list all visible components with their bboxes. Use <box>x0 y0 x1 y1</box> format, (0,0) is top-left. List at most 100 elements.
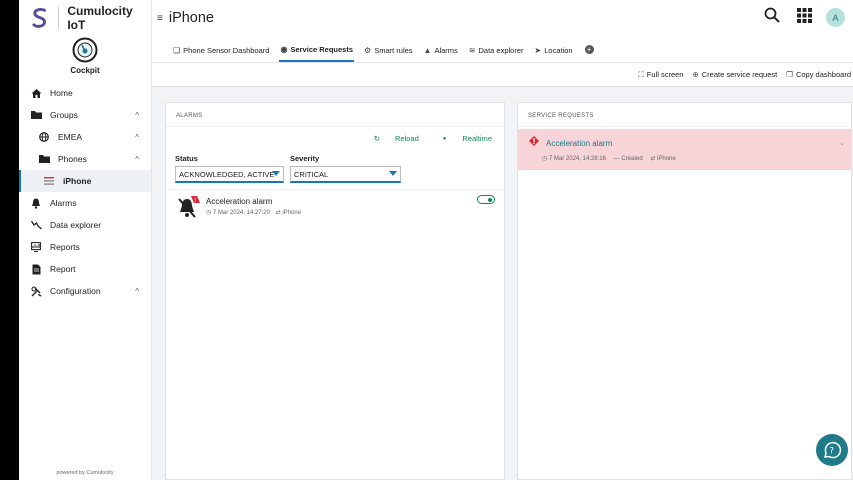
severity-select[interactable]: CRITICAL <box>290 166 401 183</box>
alarms-widget-title: ALARMS <box>166 103 504 127</box>
tab-service-requests[interactable]: ◉ Service Requests <box>279 38 355 62</box>
search-icon[interactable] <box>764 7 780 28</box>
sidebar-item-label: Reports <box>50 242 80 252</box>
service-request-item[interactable]: Acceleration alarm ◷ 7 Mar 2024, 14:28:1… <box>518 129 851 170</box>
chevron-down-icon <box>272 171 280 176</box>
fullscreen-label: Full screen <box>646 70 684 79</box>
app-switcher-cockpit[interactable]: Cockpit <box>19 37 151 75</box>
help-question-icon: ? <box>824 441 842 459</box>
sidebar-item-label: Groups <box>50 110 78 120</box>
add-tab-icon[interactable]: + <box>584 45 594 54</box>
tab-label: Service Requests <box>290 44 354 54</box>
fullscreen-icon: ⛶ <box>638 69 644 79</box>
device-link-icon: ⇄ <box>275 210 281 216</box>
bell-icon: ▲ <box>423 45 432 55</box>
brand[interactable]: Cumulocity IoT <box>19 0 151 36</box>
service-request-time: 7 Mar 2024, 14:28:16 <box>548 156 606 162</box>
critical-alert-icon <box>529 136 539 146</box>
alarm-text[interactable]: Acceleration alarm <box>206 197 272 206</box>
service-request-title[interactable]: Acceleration alarm <box>546 139 612 148</box>
sidebar: Cumulocity IoT Cockpit Home Groups ^ EME… <box>19 0 152 480</box>
service-icon: ◉ <box>280 44 288 54</box>
folder-icon <box>38 153 50 165</box>
create-service-request-button[interactable]: ⊕ Create service request <box>692 70 777 79</box>
menu-toggle-icon[interactable]: ≡ <box>157 13 163 24</box>
sidebar-item-label: iPhone <box>63 176 92 186</box>
copy-dashboard-label: Copy dashboard <box>795 70 851 79</box>
sidebar-item-iphone[interactable]: iPhone <box>19 170 151 192</box>
severity-label: Severity <box>290 154 320 163</box>
alarm-device[interactable]: iPhone <box>282 210 301 216</box>
service-request-device[interactable]: iPhone <box>657 156 676 162</box>
cockpit-label: Cockpit <box>70 66 100 75</box>
app-grid-icon[interactable] <box>797 7 812 28</box>
alarm-expand-toggle[interactable] <box>477 195 495 204</box>
configuration-icon <box>30 285 42 297</box>
severity-filter: Severity CRITICAL <box>290 154 401 183</box>
globe-icon <box>38 131 50 143</box>
sidebar-item-label: Phones <box>58 154 87 164</box>
chevron-up-icon[interactable]: ^ <box>135 133 139 142</box>
alarm-time: 7 Mar 2024, 14:27:20 <box>212 210 270 216</box>
svg-text:!: ! <box>194 197 196 204</box>
dashboard-icon: ❏ <box>173 45 181 55</box>
reports-icon <box>30 241 42 253</box>
user-avatar[interactable]: A <box>826 8 845 27</box>
sidebar-nav: Home Groups ^ EMEA ^ Phones ^ iPhone Ala… <box>19 82 151 302</box>
sidebar-item-alarms[interactable]: Alarms <box>19 192 151 214</box>
sidebar-item-label: Home <box>50 88 73 98</box>
service-requests-widget: SERVICE REQUESTS Acceleration alarm ◷ 7 … <box>517 102 852 480</box>
sidebar-item-configuration[interactable]: Configuration ^ <box>19 280 151 302</box>
toggle-knob <box>488 198 492 202</box>
tab-location[interactable]: ➤ Location <box>534 38 574 62</box>
sidebar-item-label: Data explorer <box>50 220 102 230</box>
copy-dashboard-button[interactable]: ❐ Copy dashboard <box>786 70 851 79</box>
location-icon: ➤ <box>534 45 542 55</box>
smart-rules-icon: ⚙ <box>364 45 372 55</box>
help-button[interactable]: ? <box>816 434 848 466</box>
tab-alarms[interactable]: ▲ Alarms <box>423 38 459 62</box>
svg-text:?: ? <box>829 447 834 457</box>
tab-bar: ❏ Phone Sensor Dashboard ◉ Service Request… <box>152 36 853 63</box>
tab-label: Smart rules <box>374 45 413 55</box>
tab-phone-sensor-dashboard[interactable]: ❏ Phone Sensor Dashboard <box>172 38 270 62</box>
folder-icon <box>30 109 42 121</box>
sidebar-item-emea[interactable]: EMEA ^ <box>19 126 151 148</box>
tab-label: Phone Sensor Dashboard <box>183 45 270 55</box>
main-area: ≡ iPhone A ❏ Phone Sensor Dashboard ◉ Serv… <box>152 0 853 480</box>
chevron-up-icon[interactable]: ^ <box>135 111 139 120</box>
service-request-meta: ◷ 7 Mar 2024, 14:28:16 — Created ⇄ iPhon… <box>542 155 676 162</box>
copy-icon: ❐ <box>786 70 793 79</box>
sidebar-item-reports[interactable]: Reports <box>19 236 151 258</box>
alarm-muted-bell-icon: ! <box>178 196 200 218</box>
tab-data-explorer[interactable]: ≋ Data explorer <box>468 38 525 62</box>
severity-value: CRITICAL <box>294 169 329 179</box>
sidebar-item-home[interactable]: Home <box>19 82 151 104</box>
chevron-up-icon[interactable]: ^ <box>135 287 139 296</box>
reload-button[interactable]: ↻ Reload <box>362 134 419 143</box>
data-explorer-icon <box>30 219 42 231</box>
alarm-list-item[interactable]: ! Acceleration alarm ◷ 7 Mar 2024, 14:27… <box>166 189 504 225</box>
sidebar-item-groups[interactable]: Groups ^ <box>19 104 151 126</box>
chevron-down-icon <box>389 171 397 176</box>
chevron-down-icon[interactable]: ⌄ <box>839 139 845 147</box>
alarm-tools: ↻ Reload ● Realtime <box>350 134 492 143</box>
home-icon <box>30 87 42 99</box>
sidebar-item-data-explorer[interactable]: Data explorer <box>19 214 151 236</box>
tab-label: Location <box>544 45 573 55</box>
sidebar-item-report[interactable]: Report <box>19 258 151 280</box>
status-select[interactable]: ACKNOWLEDGED, ACTIVE <box>175 166 284 183</box>
device-link-icon: ⇄ <box>650 156 656 162</box>
sidebar-item-phones[interactable]: Phones ^ <box>19 148 151 170</box>
realtime-button[interactable]: ● Realtime <box>431 134 492 143</box>
status-value: ACKNOWLEDGED, ACTIVE <box>179 169 275 179</box>
top-actions: A <box>764 7 845 28</box>
tab-smart-rules[interactable]: ⚙ Smart rules <box>363 38 414 62</box>
chevron-up-icon[interactable]: ^ <box>135 155 139 164</box>
create-service-request-label: Create service request <box>701 70 778 79</box>
sidebar-item-label: Alarms <box>50 198 77 208</box>
status-label: Status <box>175 154 198 163</box>
fullscreen-button[interactable]: ⛶ Full screen <box>639 70 684 80</box>
brand-name: Cumulocity IoT <box>67 4 133 32</box>
alarm-filters: Status ACKNOWLEDGED, ACTIVE Severity CRI… <box>175 154 407 183</box>
